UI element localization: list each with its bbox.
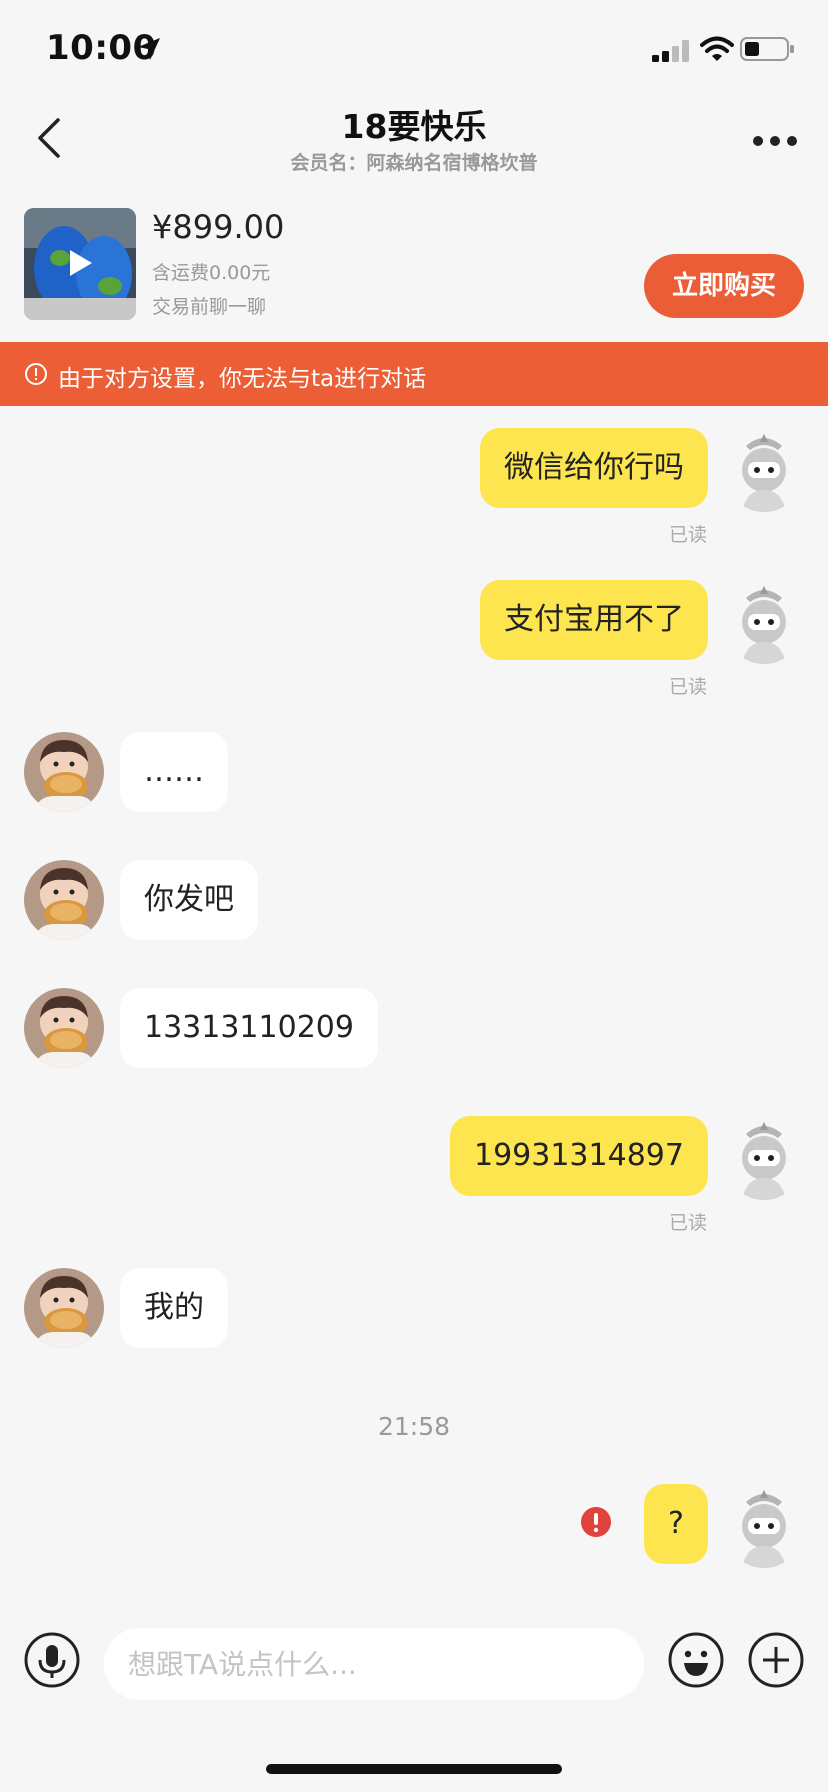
play-icon	[70, 250, 92, 276]
message-bubble[interactable]: 微信给你行吗	[480, 428, 708, 508]
my-avatar[interactable]	[724, 1488, 804, 1568]
status-bar: 10:00	[0, 0, 828, 96]
read-receipt: 已读	[669, 1212, 708, 1234]
buy-now-button[interactable]: 立即购买	[644, 254, 804, 318]
message-bubble[interactable]: ?	[644, 1484, 708, 1564]
warning-text: 由于对方设置，你无法与ta进行对话	[58, 366, 427, 392]
add-attachment-button[interactable]	[748, 1632, 804, 1688]
product-card[interactable]: ¥899.00 含运费0.00元 交易前聊一聊 立即购买	[0, 196, 828, 342]
message-input[interactable]	[104, 1628, 644, 1700]
contact-avatar[interactable]	[24, 1268, 104, 1348]
contact-avatar[interactable]	[24, 732, 104, 812]
product-thumbnail[interactable]	[24, 208, 136, 320]
chat-hint: 交易前聊一聊	[152, 296, 267, 318]
chat-header: 18要快乐 会员名：阿森纳名宿博格坎普	[0, 96, 828, 196]
my-avatar[interactable]	[724, 432, 804, 512]
location-arrow-icon	[138, 38, 160, 60]
my-avatar[interactable]	[724, 1120, 804, 1200]
read-receipt: 已读	[669, 524, 708, 546]
read-receipt: 已读	[669, 676, 708, 698]
send-failed-icon[interactable]	[580, 1506, 612, 1538]
more-options-icon[interactable]	[752, 134, 798, 148]
product-price: ¥899.00	[152, 208, 285, 246]
home-indicator	[266, 1764, 562, 1774]
voice-input-button[interactable]	[24, 1632, 80, 1688]
battery-icon	[740, 37, 794, 61]
chat-title: 18要快乐	[341, 107, 487, 146]
message-bubble[interactable]: 我的	[120, 1268, 228, 1348]
contact-avatar[interactable]	[24, 860, 104, 940]
contact-avatar[interactable]	[24, 988, 104, 1068]
time-separator: 21:58	[377, 1412, 451, 1441]
cellular-signal-icon	[652, 40, 689, 62]
warning-banner: 由于对方设置，你无法与ta进行对话	[0, 342, 828, 406]
member-name: 会员名：阿森纳名宿博格坎普	[290, 152, 538, 174]
emoji-button[interactable]	[668, 1632, 724, 1688]
message-bubble[interactable]: ……	[120, 732, 228, 812]
message-bubble[interactable]: 19931314897	[450, 1116, 708, 1196]
wifi-icon	[700, 36, 734, 61]
message-bubble[interactable]: 支付宝用不了	[480, 580, 708, 660]
message-bubble[interactable]: 13313110209	[120, 988, 378, 1068]
input-bar	[0, 1600, 828, 1730]
message-bubble[interactable]: 你发吧	[120, 860, 258, 940]
shipping-fee: 含运费0.00元	[152, 262, 271, 284]
warning-icon	[25, 363, 47, 385]
my-avatar[interactable]	[724, 584, 804, 664]
